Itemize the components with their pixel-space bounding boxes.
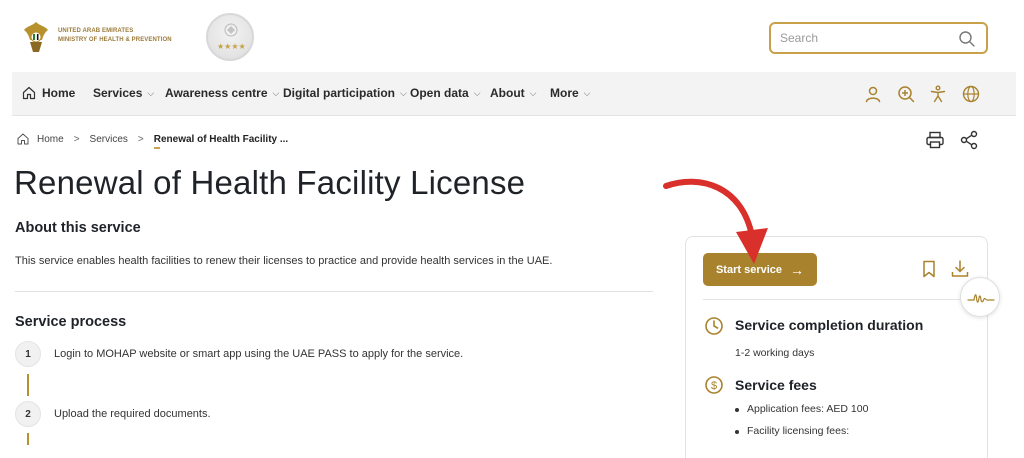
nav-item-label: Digital participation [283, 86, 396, 100]
search-input[interactable] [780, 29, 950, 47]
start-service-label: Start service [715, 263, 783, 276]
nav-item-label: Services [93, 86, 143, 100]
home-icon[interactable] [17, 133, 29, 145]
bookmark-icon[interactable] [919, 259, 939, 279]
duration-value: 1-2 working days [735, 347, 815, 359]
globe-icon[interactable] [962, 85, 980, 103]
fees-list: Application fees: AED 100 Facility licen… [735, 403, 868, 447]
award-emblem-icon [224, 23, 238, 37]
brand-line-ministry: MINISTRY OF HEALTH & PREVENTION [58, 37, 172, 43]
award-stars: ★★★★ [217, 42, 246, 51]
share-icon[interactable] [959, 130, 979, 150]
zoom-in-icon[interactable] [897, 85, 915, 103]
chevron-down-icon: ⌵ [583, 87, 591, 98]
arrow-right-icon: → [790, 261, 805, 278]
nav-item-more[interactable]: More ⌵ [550, 86, 591, 100]
chevron-down-icon: ⌵ [529, 87, 537, 98]
duration-heading: Service completion duration [735, 317, 924, 333]
card-divider [703, 299, 971, 300]
breadcrumb-current: Renewal of Health Facility ... [153, 133, 289, 149]
breadcrumb: Home > Services > Renewal of Health Faci… [17, 133, 289, 149]
fees-heading: Service fees [735, 377, 817, 393]
nav-item-label: About [490, 86, 525, 100]
chevron-down-icon: ⌵ [473, 87, 481, 98]
main-nav: Home Services ⌵ Awareness centre ⌵ Digit… [12, 72, 1016, 116]
site-header: UNITED ARAB EMIRATES MINISTRY OF HEALTH … [0, 0, 1024, 72]
signature-icon [967, 294, 995, 303]
fee-item: Facility licensing fees: [735, 425, 868, 437]
chevron-down-icon: ⌵ [400, 87, 407, 98]
process-heading: Service process [15, 314, 127, 330]
page-title: Renewal of Health Facility License [14, 164, 526, 201]
about-heading: About this service [15, 220, 141, 236]
nav-item-home[interactable]: Home [22, 86, 75, 100]
download-icon[interactable] [950, 259, 970, 279]
dollar-coin-icon: $ [705, 376, 723, 394]
step-connector [27, 433, 29, 445]
step-number: 2 [15, 401, 41, 427]
brand-line-country: UNITED ARAB EMIRATES [58, 28, 134, 34]
svg-text:$: $ [711, 380, 717, 392]
fee-item: Application fees: AED 100 [735, 403, 868, 415]
breadcrumb-separator: > [137, 133, 144, 145]
nav-item-label: Open data [410, 86, 469, 100]
search-box[interactable] [769, 22, 988, 54]
breadcrumb-home[interactable]: Home [37, 134, 64, 145]
step-text: Upload the required documents. [54, 408, 211, 420]
uae-emblem-logo[interactable] [22, 20, 50, 54]
signature-widget-button[interactable] [960, 277, 1000, 317]
step-connector [27, 374, 29, 396]
nav-item-digital-participation[interactable]: Digital participation ⌵ [283, 86, 407, 100]
nav-item-about[interactable]: About ⌵ [490, 86, 536, 100]
nav-item-label: Awareness centre [165, 86, 268, 100]
nav-item-label: Home [42, 86, 76, 100]
clock-icon [705, 317, 723, 335]
chevron-down-icon: ⌵ [272, 87, 280, 98]
about-text: This service enables health facilities t… [15, 255, 553, 267]
print-icon[interactable] [925, 130, 945, 150]
step-text: Login to MOHAP website or smart app usin… [54, 348, 464, 360]
nav-item-label: More [550, 86, 579, 100]
home-icon [22, 86, 36, 100]
breadcrumb-separator: > [73, 133, 80, 145]
accessibility-icon[interactable] [929, 85, 947, 103]
award-badge: ★★★★ [206, 13, 254, 61]
search-icon[interactable] [958, 30, 976, 48]
service-card: Start service → Service completion durat… [685, 236, 988, 458]
nav-item-awareness-centre[interactable]: Awareness centre ⌵ [165, 86, 279, 100]
chevron-down-icon: ⌵ [147, 87, 155, 98]
brand-name: UNITED ARAB EMIRATES MINISTRY OF HEALTH … [58, 27, 172, 45]
nav-item-services[interactable]: Services ⌵ [93, 86, 154, 100]
step-number: 1 [15, 341, 41, 367]
breadcrumb-services[interactable]: Services [90, 134, 128, 145]
user-icon[interactable] [864, 85, 882, 103]
start-service-button[interactable]: Start service → [703, 253, 817, 286]
section-divider [15, 291, 653, 292]
nav-item-open-data[interactable]: Open data ⌵ [410, 86, 481, 100]
